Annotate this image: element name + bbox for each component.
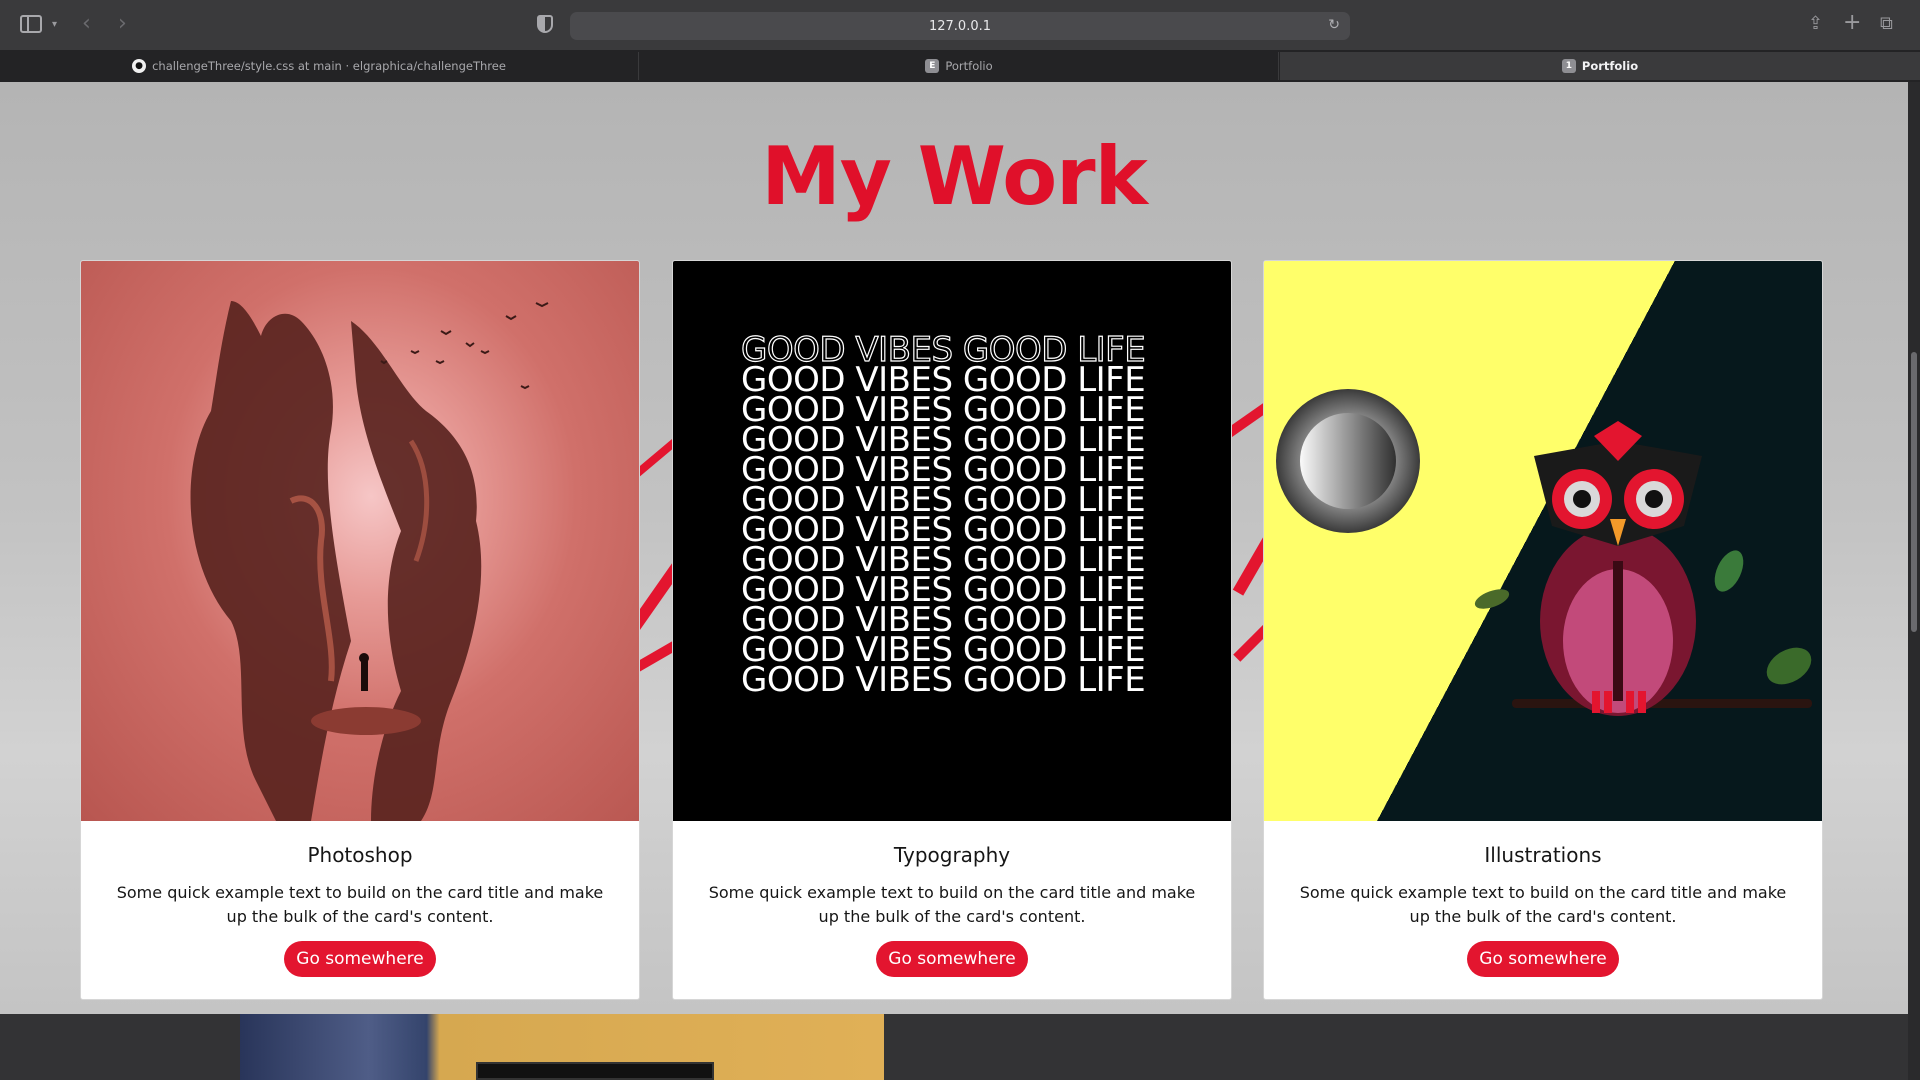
card-photoshop: Photoshop Some quick example text to bui… — [80, 260, 640, 1000]
tab-label: challengeThree/style.css at main · elgra… — [152, 59, 506, 73]
privacy-shield-icon[interactable] — [537, 15, 553, 33]
card-title: Illustrations — [1484, 843, 1602, 867]
tab-portfolio-e[interactable]: E Portfolio — [640, 52, 1279, 80]
my-work-section: My Work Photoshop Some quick example tex… — [0, 82, 1908, 1014]
illustrations-artwork-image — [1264, 261, 1822, 821]
typography-art-line: GOOD VIBES GOOD LIFE — [741, 660, 1146, 700]
tab-github[interactable]: ● challengeThree/style.css at main · elg… — [0, 52, 639, 80]
card-text: Some quick example text to build on the … — [116, 883, 604, 926]
chevron-down-icon[interactable]: ▾ — [52, 15, 57, 35]
tab-label: Portfolio — [945, 59, 993, 73]
card-text: Some quick example text to build on the … — [1299, 883, 1787, 926]
sidebar-toggle-icon[interactable] — [20, 15, 42, 33]
scrollbar-thumb[interactable] — [1911, 352, 1917, 632]
scrollbar[interactable] — [1908, 82, 1920, 1080]
tab-bar: ● challengeThree/style.css at main · elg… — [0, 50, 1920, 82]
e-favicon-icon: E — [925, 59, 940, 73]
go-somewhere-button[interactable]: Go somewhere — [876, 941, 1028, 977]
card-text: Some quick example text to build on the … — [708, 883, 1196, 926]
go-somewhere-button[interactable]: Go somewhere — [284, 941, 436, 977]
browser-toolbar: ▾ ‹ › 127.0.0.1 ↻ ⇪ + ⧉ — [0, 0, 1920, 50]
github-icon: ● — [132, 59, 147, 73]
tab-overview-icon[interactable]: ⧉ — [1880, 14, 1893, 34]
forward-icon[interactable]: › — [118, 13, 127, 35]
card-typography: GOOD VIBES GOOD LIFE GOOD VIBES GOOD LIF… — [672, 260, 1232, 1000]
1-favicon-icon: 1 — [1561, 59, 1576, 73]
address-bar[interactable]: 127.0.0.1 ↻ — [570, 12, 1350, 40]
card-title: Typography — [893, 843, 1011, 867]
tab-portfolio-active[interactable]: 1 Portfolio — [1280, 52, 1920, 80]
page-viewport: My Work Photoshop Some quick example tex… — [0, 82, 1908, 1080]
page-title: My Work — [761, 130, 1148, 223]
address-text: 127.0.0.1 — [928, 18, 992, 34]
back-icon[interactable]: ‹ — [82, 13, 91, 35]
go-somewhere-button[interactable]: Go somewhere — [1467, 941, 1619, 977]
card-illustrations: Illustrations Some quick example text to… — [1263, 260, 1823, 1000]
reload-icon[interactable]: ↻ — [1328, 17, 1340, 33]
photoshop-artwork-image — [81, 261, 639, 821]
new-tab-icon[interactable]: + — [1843, 12, 1861, 34]
monitor-image — [476, 1062, 714, 1080]
share-icon[interactable]: ⇪ — [1808, 14, 1823, 34]
tab-label: Portfolio — [1581, 59, 1639, 73]
typography-artwork-image: GOOD VIBES GOOD LIFE GOOD VIBES GOOD LIF… — [673, 261, 1231, 821]
card-title: Photoshop — [307, 843, 413, 867]
